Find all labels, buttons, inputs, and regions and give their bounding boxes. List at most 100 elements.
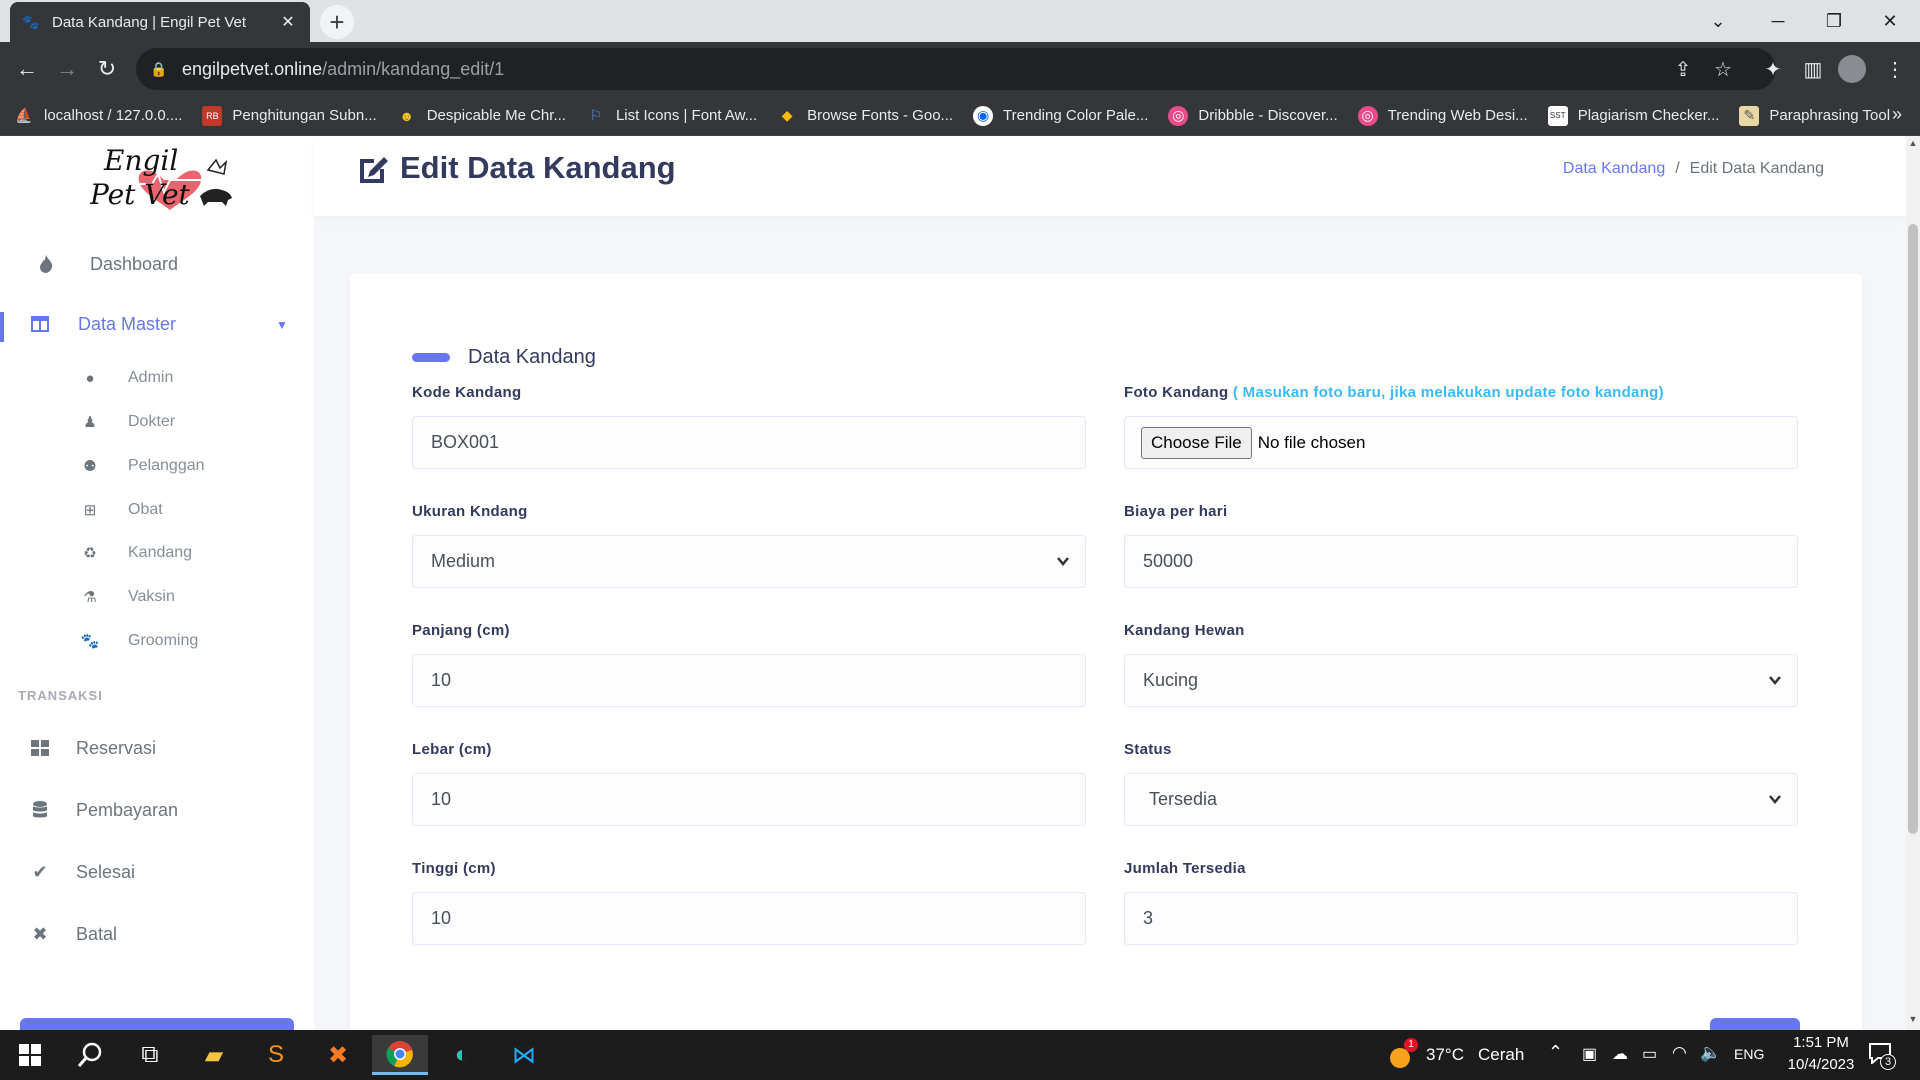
form-group-foto: Foto Kandang ( Masukan foto baru, jika m… xyxy=(1124,384,1798,469)
sidebar-item-pelanggan[interactable]: ⚉ Pelanggan xyxy=(80,456,204,476)
jumlah-label: Jumlah Tersedia xyxy=(1124,860,1246,877)
sublime-text-icon[interactable]: S xyxy=(248,1035,304,1075)
close-window-button[interactable]: ✕ xyxy=(1864,0,1916,42)
notification-center-icon[interactable]: 3 xyxy=(1868,1042,1896,1070)
lebar-input[interactable]: 10 xyxy=(412,773,1086,826)
nav-dashboard[interactable]: Dashboard xyxy=(34,252,348,276)
lock-icon: 🔒 xyxy=(150,60,168,77)
bookmark-item[interactable]: SST Plagiarism Checker... xyxy=(1547,105,1719,126)
sidebar-item-kandang[interactable]: ♻ Kandang xyxy=(80,543,192,563)
bookmark-star-icon[interactable]: ☆ xyxy=(1708,52,1738,86)
meet-icon[interactable]: ▣ xyxy=(1582,1044,1597,1064)
jumlah-tersedia-input[interactable]: 3 xyxy=(1124,892,1798,945)
close-tab-icon[interactable]: ✕ xyxy=(278,12,298,32)
tab-search-icon[interactable]: ⌄ xyxy=(1692,0,1744,42)
bookmark-item[interactable]: ◎ Dribbble - Discover... xyxy=(1168,105,1338,126)
form-group-kode: Kode Kandang BOX001 xyxy=(412,384,1086,469)
brand-logo[interactable]: Engil Pet Vet xyxy=(90,140,250,216)
sidebar-item-obat[interactable]: ⊞ Obat xyxy=(80,500,163,520)
sidebar-item-vaksin[interactable]: ⚗ Vaksin xyxy=(80,587,175,607)
bookmark-item[interactable]: ⚐ List Icons | Font Aw... xyxy=(586,106,757,126)
back-arrow-icon[interactable]: ← xyxy=(10,52,44,86)
windows-start-icon[interactable] xyxy=(2,1035,58,1075)
breadcrumb-link-data-kandang[interactable]: Data Kandang xyxy=(1563,160,1665,178)
minimize-button[interactable]: ─ xyxy=(1752,0,1804,42)
address-bar[interactable]: 🔒 engilpetvet.online/admin/kandang_edit/… xyxy=(136,48,1776,90)
chevron-up-icon[interactable]: ⌃ xyxy=(1548,1042,1563,1063)
weather-icon[interactable]: 1 xyxy=(1388,1038,1418,1070)
browser-tab[interactable]: 🐾 Data Kandang | Engil Pet Vet ✕ xyxy=(10,2,310,42)
google-fonts-icon: ◆ xyxy=(781,107,793,123)
bookmark-item[interactable]: ✎ Paraphrasing Tool xyxy=(1739,105,1890,126)
bookmark-item[interactable]: ◎ Trending Web Desi... xyxy=(1357,105,1528,126)
battery-icon[interactable]: ▭ xyxy=(1642,1044,1657,1064)
search-icon[interactable] xyxy=(62,1035,118,1075)
chrome-icon[interactable] xyxy=(372,1035,428,1075)
foto-kandang-file-input[interactable]: Choose File No file chosen xyxy=(1124,416,1798,469)
status-select[interactable]: Tersedia xyxy=(1124,773,1798,826)
kode-label: Kode Kandang xyxy=(412,384,522,401)
bookmark-item[interactable]: ☻ Despicable Me Chr... xyxy=(397,106,566,126)
check-icon: ✔ xyxy=(32,861,48,882)
scroll-thumb[interactable] xyxy=(1908,224,1918,834)
panjang-input[interactable]: 10 xyxy=(412,654,1086,707)
side-panel-icon[interactable]: ▥ xyxy=(1798,52,1828,86)
share-icon[interactable]: ⇪ xyxy=(1668,52,1698,86)
wifi-icon[interactable]: ◠ xyxy=(1672,1043,1687,1063)
kode-kandang-input[interactable]: BOX001 xyxy=(412,416,1086,469)
profile-avatar[interactable] xyxy=(1838,55,1866,83)
kandang-hewan-select[interactable]: Kucing xyxy=(1124,654,1798,707)
sidebar-item-dokter[interactable]: ♟ Dokter xyxy=(80,412,175,432)
nav-reservasi[interactable]: Reservasi xyxy=(28,736,342,760)
despicable-icon: ☻ xyxy=(399,107,415,124)
extensions-puzzle-icon[interactable]: ✦ xyxy=(1758,52,1788,86)
bookmark-item[interactable]: ⛵ localhost / 127.0.0.... xyxy=(14,106,182,126)
form-group-tinggi: Tinggi (cm) 10 xyxy=(412,860,1086,945)
sidebar-item-grooming[interactable]: 🐾 Grooming xyxy=(80,631,199,651)
page-scrollbar[interactable]: ▲ ▼ xyxy=(1906,136,1920,1030)
biaya-label: Biaya per hari xyxy=(1124,503,1228,520)
grid-icon xyxy=(28,736,52,760)
new-tab-button[interactable]: + xyxy=(320,5,354,39)
forward-arrow-icon[interactable]: → xyxy=(50,52,84,86)
form-group-panjang: Panjang (cm) 10 xyxy=(412,622,1086,707)
breadcrumb-current: Edit Data Kandang xyxy=(1689,160,1824,177)
language-indicator[interactable]: ENG xyxy=(1734,1046,1764,1062)
subnet-icon: RB xyxy=(202,105,223,126)
more-bookmarks-icon[interactable]: » xyxy=(1892,104,1902,125)
bookmark-item[interactable]: ◆ Browse Fonts - Goo... xyxy=(777,106,953,126)
nav-data-master[interactable]: Data Master xyxy=(28,312,342,336)
user-icon: ● xyxy=(85,369,95,387)
nav-selesai[interactable]: ✔ Selesai xyxy=(28,860,342,884)
clock-time[interactable]: 1:51 PM xyxy=(1786,1034,1856,1051)
restore-button[interactable]: ❐ xyxy=(1808,0,1860,42)
sidebar-bottom-button[interactable] xyxy=(20,1018,294,1030)
sidebar-item-label: Dokter xyxy=(128,413,176,430)
reload-icon[interactable]: ↻ xyxy=(90,52,124,86)
biaya-per-hari-input[interactable]: 50000 xyxy=(1124,535,1798,588)
ukuran-kandang-select[interactable]: Medium xyxy=(412,535,1086,588)
bookmark-item[interactable]: RB Penghitungan Subn... xyxy=(202,105,377,126)
bookmark-item[interactable]: ◉ Trending Color Pale... xyxy=(973,105,1148,126)
tinggi-input[interactable]: 10 xyxy=(412,892,1086,945)
browser-menu-icon[interactable]: ⋮ xyxy=(1880,52,1910,86)
weather-temp: 37°C xyxy=(1426,1045,1464,1064)
scroll-up-icon[interactable]: ▲ xyxy=(1908,138,1918,152)
clock-date[interactable]: 10/4/2023 xyxy=(1778,1056,1864,1073)
vscode-icon[interactable]: ⋈ xyxy=(496,1035,552,1075)
submit-button-partial[interactable] xyxy=(1710,1018,1800,1030)
caret-down-icon[interactable]: ▼ xyxy=(276,318,288,332)
cloud-sync-icon[interactable]: ☁ xyxy=(1612,1044,1628,1064)
medkit-icon: ⊞ xyxy=(83,502,97,519)
section-header: Edit Data Kandang Data Kandang / Edit Da… xyxy=(314,136,1906,216)
nav-batal[interactable]: ✖ Batal xyxy=(28,922,342,946)
nav-pembayaran[interactable]: Pembayaran xyxy=(28,798,342,822)
edge-icon[interactable]: ◐ xyxy=(434,1035,490,1075)
xampp-icon[interactable]: ✖ xyxy=(310,1035,366,1075)
sidebar-item-admin[interactable]: ● Admin xyxy=(80,368,173,388)
volume-icon[interactable]: 🔈 xyxy=(1700,1043,1721,1063)
file-explorer-icon[interactable]: ▰ xyxy=(186,1035,242,1075)
task-view-icon[interactable]: ⧉ xyxy=(122,1035,178,1075)
choose-file-button[interactable]: Choose File xyxy=(1141,426,1252,459)
scroll-down-icon[interactable]: ▼ xyxy=(1908,1014,1918,1028)
